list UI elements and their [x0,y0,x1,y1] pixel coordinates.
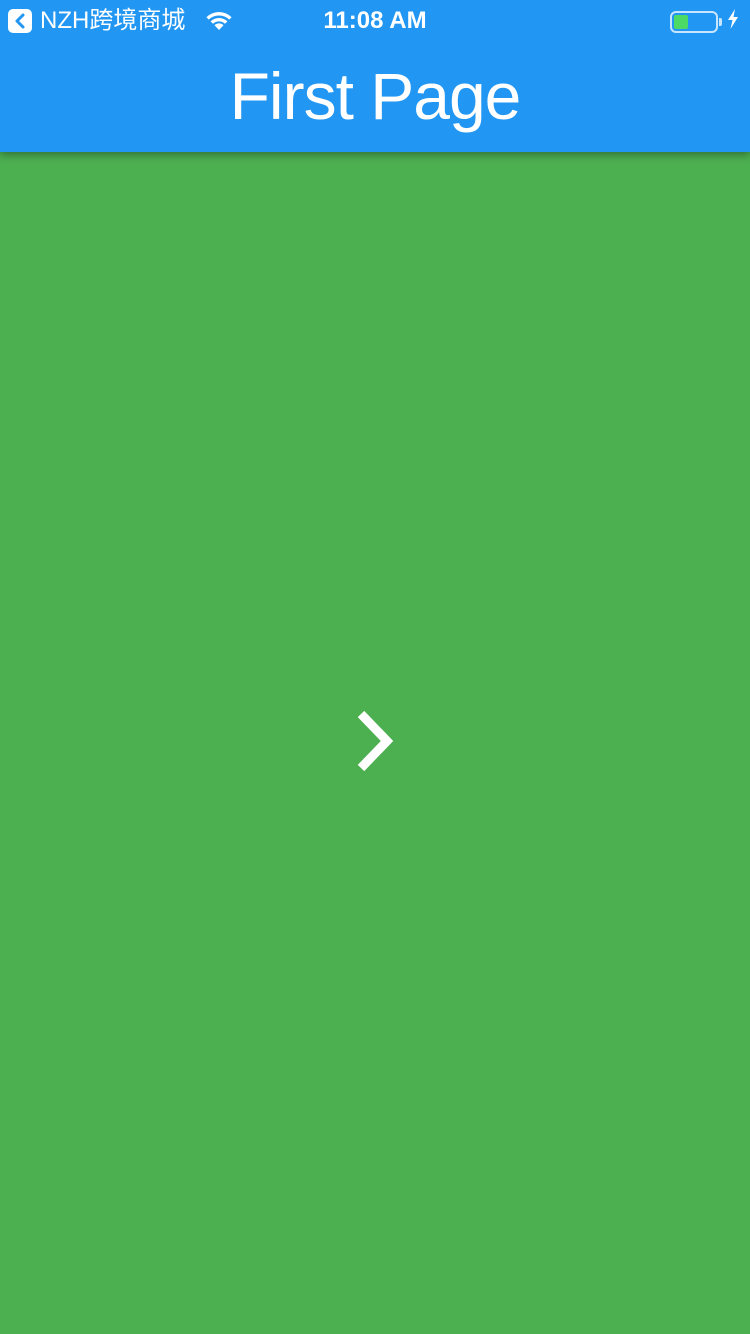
status-time: 11:08 AM [323,7,427,34]
chevron-right-icon [353,708,397,779]
status-bar: NZH跨境商城 11:08 AM [0,0,750,40]
battery-tip [719,17,722,26]
app-bar: NZH跨境商城 11:08 AM First Page [0,0,750,152]
battery-icon [670,9,739,34]
battery-level [674,14,688,29]
page-title: First Page [229,59,522,133]
next-page-button[interactable] [345,703,405,783]
charging-bolt-icon [727,9,739,34]
battery-body [670,10,718,33]
